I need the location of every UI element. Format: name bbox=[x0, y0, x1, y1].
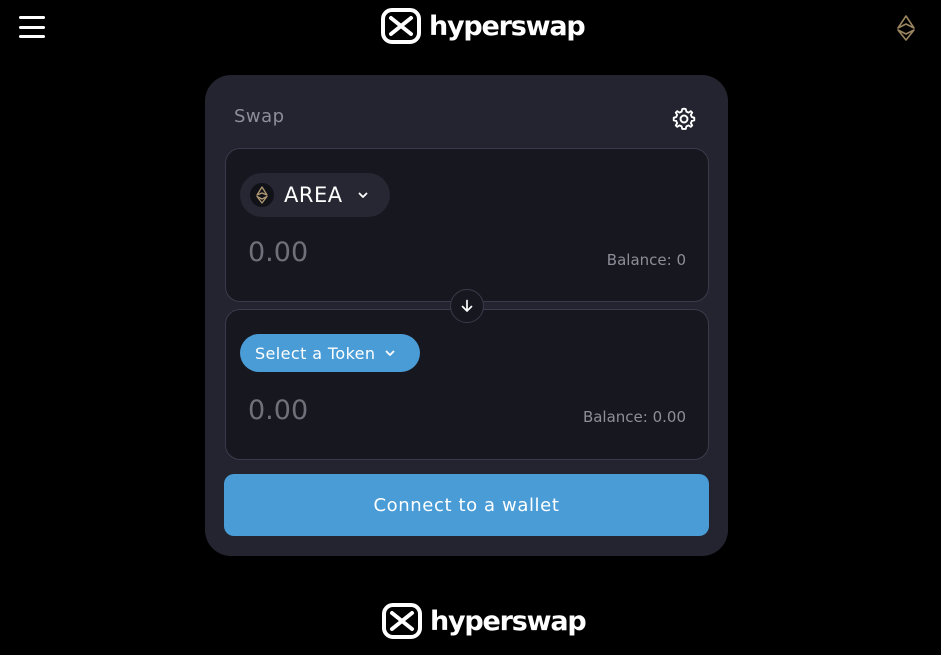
ethereum-icon bbox=[250, 183, 274, 207]
from-token-symbol: AREA bbox=[284, 183, 343, 207]
arrow-down-icon bbox=[461, 299, 473, 312]
from-amount-input[interactable] bbox=[248, 237, 448, 268]
from-token-selector[interactable]: AREA bbox=[240, 173, 390, 217]
footer-brand-name: hyperswap bbox=[430, 605, 587, 637]
to-balance: Balance: 0.00 bbox=[582, 408, 686, 426]
ethereum-icon[interactable] bbox=[896, 15, 916, 41]
swap-direction-button[interactable] bbox=[450, 289, 484, 323]
from-balance: Balance: 0 bbox=[606, 251, 686, 269]
select-token-label: Select a Token bbox=[255, 343, 376, 363]
chevron-down-icon bbox=[358, 192, 367, 198]
menu-button[interactable] bbox=[19, 16, 45, 38]
chevron-down-icon bbox=[386, 350, 395, 356]
gear-icon[interactable] bbox=[671, 106, 697, 132]
hyperswap-logo-icon bbox=[382, 603, 422, 639]
brand-logo-header[interactable]: hyperswap bbox=[381, 8, 586, 44]
brand-logo-footer[interactable]: hyperswap bbox=[382, 603, 587, 639]
swap-title: Swap bbox=[234, 106, 285, 127]
to-token-panel: Select a Token Balance: 0.00 bbox=[225, 309, 709, 460]
brand-name: hyperswap bbox=[429, 10, 586, 42]
hyperswap-logo-icon bbox=[381, 8, 421, 44]
select-token-button[interactable]: Select a Token bbox=[240, 334, 420, 372]
swap-card: Swap AREA Balance: 0 Select a Token bbox=[205, 75, 728, 556]
hamburger-menu-icon bbox=[19, 16, 45, 19]
connect-wallet-button[interactable]: Connect to a wallet bbox=[224, 474, 709, 536]
to-amount-input[interactable] bbox=[248, 395, 448, 426]
from-token-panel: AREA Balance: 0 bbox=[225, 148, 709, 302]
